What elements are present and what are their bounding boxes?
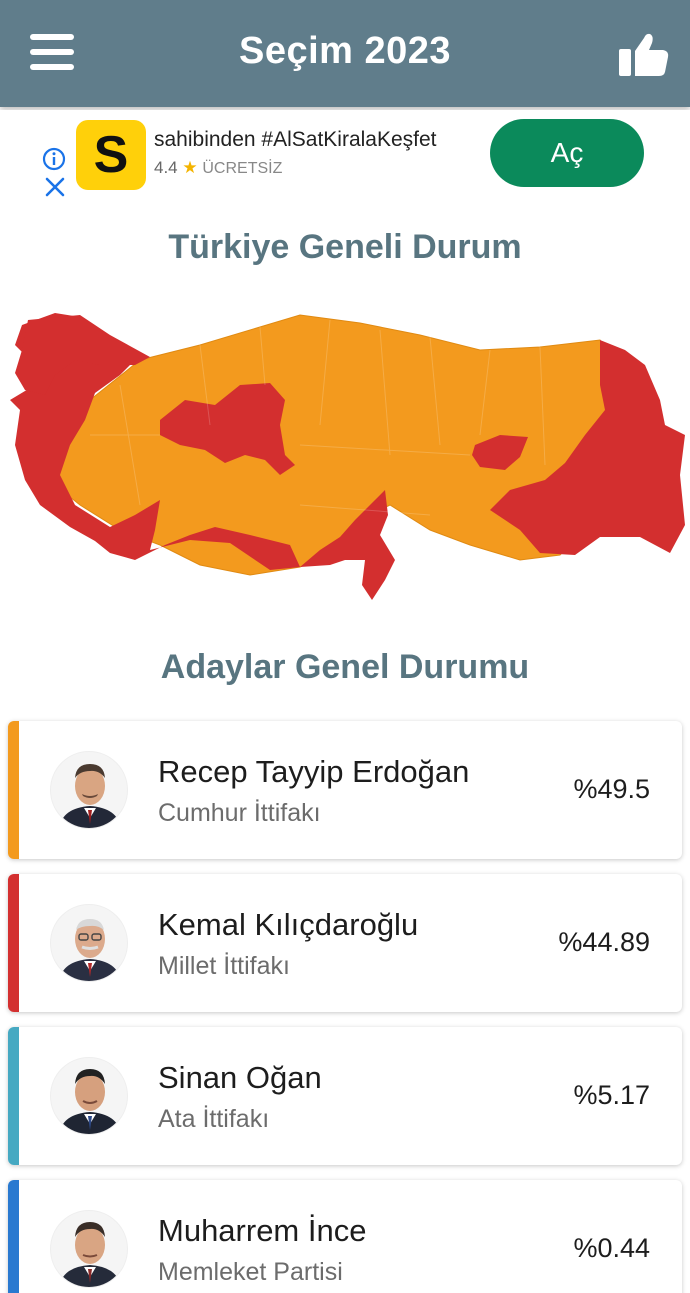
candidate-card[interactable]: Kemal Kılıçdaroğlu Millet İttifakı %44.8…	[8, 874, 682, 1012]
candidate-card[interactable]: Sinan Oğan Ata İttifakı %5.17	[8, 1027, 682, 1165]
ad-app-name[interactable]: sahibinden #AlSatKiralaKeşfet	[154, 128, 437, 152]
app-bar: Seçim 2023	[0, 0, 690, 107]
avatar	[50, 751, 128, 829]
candidates-section-title: Adaylar Genel Durumu	[160, 648, 530, 686]
ad-price-label: ÜCRETSİZ	[202, 160, 283, 177]
avatar	[50, 1210, 128, 1288]
ad-open-button[interactable]: Aç	[490, 119, 644, 187]
like-button[interactable]	[616, 30, 672, 78]
ad-app-meta: 4.4 ★ ÜCRETSİZ	[154, 158, 282, 178]
candidate-party: Millet İttifakı	[158, 952, 290, 980]
ad-banner[interactable]: S sahibinden #AlSatKiralaKeşfet 4.4 ★ ÜC…	[0, 110, 690, 205]
ad-app-logo[interactable]: S	[76, 120, 146, 190]
candidate-percent: %44.89	[558, 927, 650, 957]
close-icon[interactable]	[44, 176, 66, 198]
map-section-title: Türkiye Geneli Durum	[168, 228, 522, 266]
candidate-party: Cumhur İttifakı	[158, 799, 321, 827]
thumbs-up-icon	[619, 33, 669, 76]
candidate-percent: %49.5	[573, 774, 650, 804]
candidate-color-strip	[8, 1027, 19, 1165]
candidate-name: Sinan Oğan	[158, 1060, 322, 1095]
candidate-color-strip	[8, 721, 19, 859]
info-icon[interactable]	[42, 147, 66, 171]
ad-rating: 4.4	[154, 158, 178, 177]
candidate-percent: %0.44	[573, 1233, 650, 1263]
candidate-name: Kemal Kılıçdaroğlu	[158, 907, 419, 942]
candidate-party: Ata İttifakı	[158, 1105, 270, 1133]
turkey-results-map[interactable]	[0, 305, 690, 605]
app-title: Seçim 2023	[238, 30, 452, 72]
candidate-color-strip	[8, 874, 19, 1012]
candidate-name: Recep Tayyip Erdoğan	[158, 754, 470, 789]
candidate-percent: %5.17	[573, 1080, 650, 1110]
candidate-color-strip	[8, 1180, 19, 1293]
candidate-card[interactable]: Recep Tayyip Erdoğan Cumhur İttifakı %49…	[8, 721, 682, 859]
avatar	[50, 1057, 128, 1135]
star-icon: ★	[182, 158, 198, 177]
candidate-card[interactable]: Muharrem İnce Memleket Partisi %0.44	[8, 1180, 682, 1293]
avatar	[50, 904, 128, 982]
candidate-name: Muharrem İnce	[158, 1213, 367, 1248]
candidate-party: Memleket Partisi	[158, 1258, 343, 1286]
